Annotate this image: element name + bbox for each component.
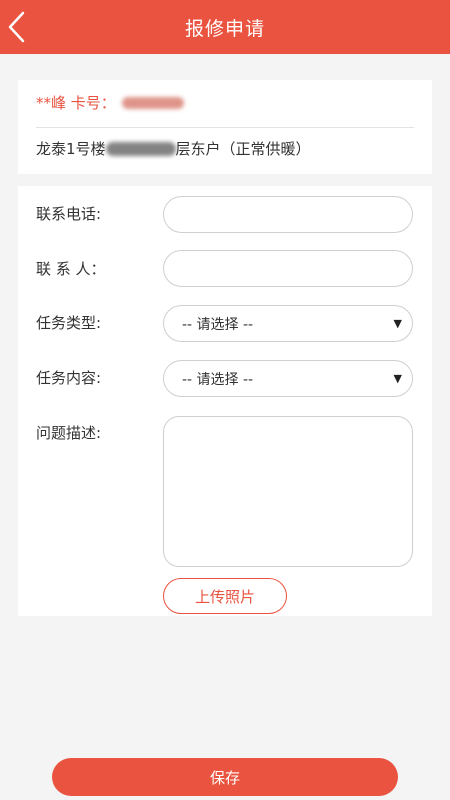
divider [36,127,414,128]
task-type-select[interactable]: -- 请选择 -- ▼ [163,305,413,342]
dropdown-arrow-icon: ▼ [393,317,402,330]
app-header: 报修申请 [0,0,450,54]
address-row: 龙泰1号楼 层东户（正常供暖） [36,138,311,159]
task-content-value: -- 请选择 -- [182,371,254,388]
task-type-label: 任务类型: [36,314,102,332]
task-type-value: -- 请选择 -- [182,316,254,333]
redacted-address [105,141,176,156]
back-button[interactable] [4,7,34,47]
phone-input[interactable] [163,196,413,233]
description-textarea[interactable] [163,416,413,567]
task-content-select[interactable]: -- 请选择 -- ▼ [163,360,413,397]
phone-label: 联系电话: [36,205,102,223]
card-number-label: **峰 卡号： [36,94,116,112]
redacted-card-number [121,96,184,109]
contact-label: 联 系 人： [36,260,106,278]
repair-form: 联系电话: 联 系 人： 任务类型: -- 请选择 -- ▼ 任务内容: -- … [18,186,432,616]
address-suffix: 层东户（正常供暖） [175,140,311,158]
chevron-left-icon [8,11,25,43]
task-content-label: 任务内容: [36,369,102,387]
card-number-row: **峰 卡号： [36,92,184,113]
page-title: 报修申请 [184,17,265,40]
upload-photo-button[interactable]: 上传照片 [163,578,287,614]
account-card: **峰 卡号： 龙泰1号楼 层东户（正常供暖） [18,80,432,174]
dropdown-arrow-icon: ▼ [393,372,402,385]
contact-input[interactable] [163,250,413,287]
address-prefix: 龙泰1号楼 [36,140,106,158]
save-button[interactable]: 保存 [52,758,398,796]
description-label: 问题描述: [36,424,102,442]
